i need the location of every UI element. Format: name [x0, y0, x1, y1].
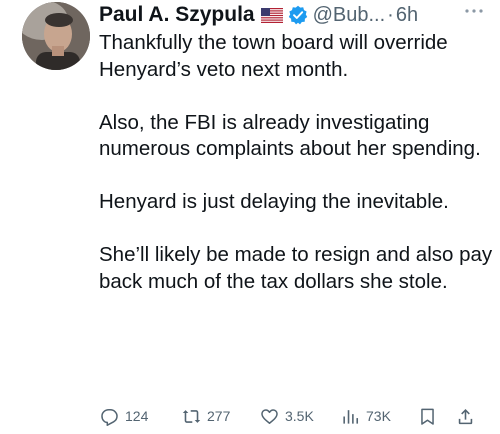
author-name[interactable]: Paul A. Szypula: [99, 3, 255, 27]
tweet-text: Thankfully the town board will override …: [99, 30, 494, 322]
bookmark-button[interactable]: [418, 403, 437, 429]
author-handle[interactable]: @Bub...: [313, 4, 386, 27]
repost-count: 277: [207, 408, 231, 424]
tweet-paragraph: She’ll likely be made to resign and also…: [99, 243, 493, 293]
share-icon: [456, 407, 475, 426]
reply-icon: [100, 407, 119, 426]
like-icon: [260, 407, 279, 426]
tweet-time[interactable]: 6h: [396, 4, 418, 27]
reply-button[interactable]: 124: [100, 403, 148, 429]
bookmark-icon: [418, 407, 437, 426]
repost-icon: [182, 407, 201, 426]
repost-button[interactable]: 277: [182, 403, 230, 429]
views-icon: [341, 407, 360, 426]
share-button[interactable]: [456, 403, 475, 429]
tweet[interactable]: Paul A. Szypula @Bub... · 6h Thankfully …: [0, 0, 500, 434]
views-button[interactable]: 73K: [341, 403, 391, 429]
more-icon[interactable]: [462, 2, 486, 20]
tweet-actions: 124 277 3.5K 73K: [100, 403, 492, 431]
us-flag-icon: [260, 7, 283, 23]
avatar[interactable]: [22, 2, 90, 70]
tweet-paragraph: Henyard is just delaying the inevitable.: [99, 190, 449, 213]
header-separator: ·: [387, 3, 394, 26]
reply-count: 124: [125, 408, 149, 424]
views-count: 73K: [366, 408, 391, 424]
verified-badge-icon: [288, 5, 308, 25]
tweet-paragraph: Also, the FBI is already investigating n…: [99, 110, 481, 161]
like-count: 3.5K: [285, 408, 314, 424]
tweet-header: Paul A. Szypula @Bub... · 6h: [99, 0, 418, 30]
tweet-paragraph: Thankfully the town board will override …: [99, 31, 448, 81]
like-button[interactable]: 3.5K: [260, 403, 314, 429]
